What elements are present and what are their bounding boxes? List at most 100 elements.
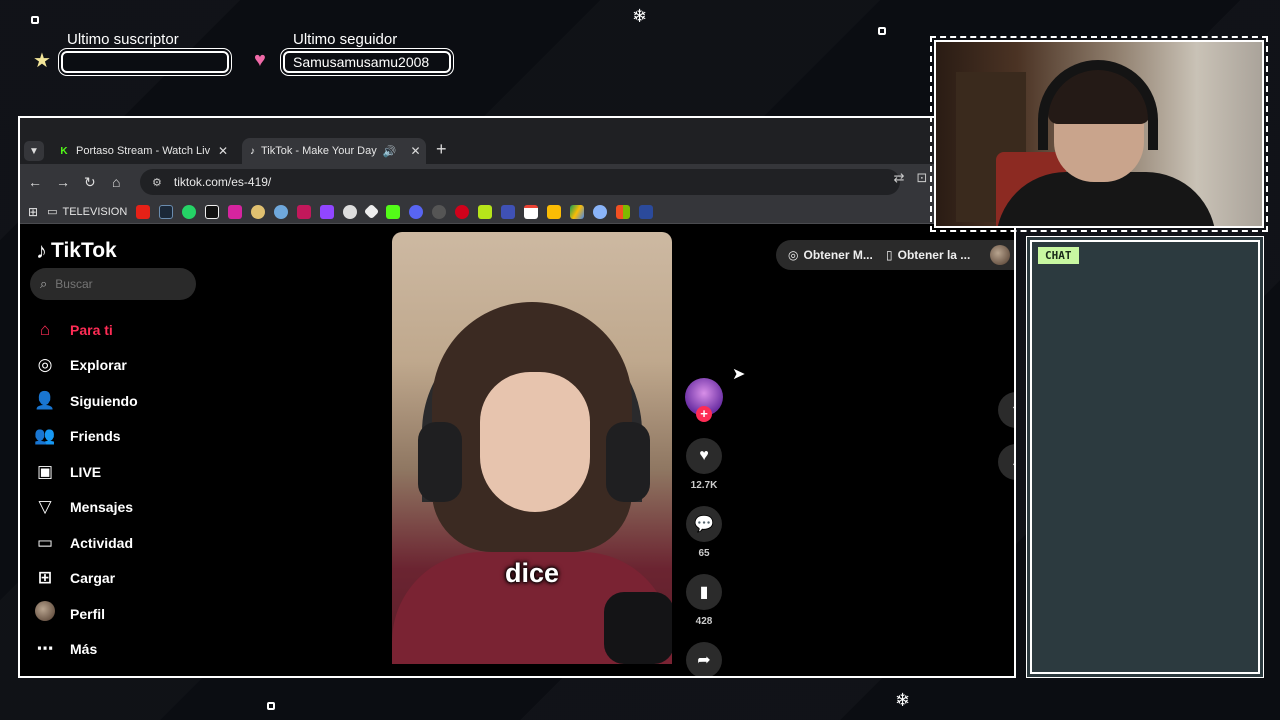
- bookmark-icon[interactable]: [274, 204, 289, 219]
- chevron-down-icon: ▼: [29, 145, 39, 157]
- sidebar-item-live[interactable]: ▣ LIVE: [34, 454, 138, 490]
- share-button[interactable]: ➦: [686, 642, 722, 676]
- bookmark-icon[interactable]: [432, 204, 447, 219]
- bookmark-icon[interactable]: [478, 204, 493, 219]
- mouse-cursor-icon: ➤: [732, 366, 746, 383]
- app-icon: ◎: [788, 248, 799, 262]
- creator-avatar[interactable]: +: [685, 378, 723, 422]
- profile-avatar: [34, 601, 56, 626]
- close-tab-icon[interactable]: ✕: [218, 144, 228, 158]
- sidebar-item-cargar[interactable]: ⊞ Cargar: [34, 561, 138, 597]
- last-subscriber-value: [61, 51, 229, 73]
- next-video-button[interactable]: ⌄: [998, 444, 1014, 480]
- home-icon: ⌂: [39, 319, 51, 339]
- reload-icon[interactable]: ↻: [84, 174, 96, 191]
- account-avatar-button[interactable]: [980, 240, 1014, 270]
- close-tab-icon[interactable]: ✕: [410, 144, 420, 158]
- bookmark-icon[interactable]: [409, 204, 424, 219]
- sidebar-item-mas[interactable]: ⋯ Más: [34, 632, 138, 668]
- microsoft-icon[interactable]: [616, 204, 631, 219]
- youtube-icon[interactable]: [136, 204, 151, 219]
- compass-icon: ◎: [37, 355, 53, 375]
- like-button[interactable]: ♥: [686, 438, 722, 474]
- bookmark-icon[interactable]: [343, 204, 358, 219]
- bookmark-icon: ▮: [699, 584, 709, 601]
- search-input[interactable]: [55, 277, 176, 291]
- heart-icon: ♥: [699, 447, 709, 464]
- bookmark-icon[interactable]: [297, 204, 312, 219]
- twitch-icon[interactable]: [320, 204, 335, 219]
- home-icon[interactable]: ⌂: [112, 174, 120, 190]
- tiktok-logo[interactable]: ♪ TikTok: [36, 238, 117, 264]
- tab-tiktok[interactable]: ♪ TikTok - Make Your Day 🔊 ✕: [242, 138, 426, 164]
- translate-icon[interactable]: ⇄: [894, 170, 905, 186]
- sparkle-icon: ❄: [895, 690, 911, 710]
- bookmark-icon[interactable]: [251, 204, 266, 219]
- chat-label: CHAT: [1038, 247, 1079, 264]
- gmail-icon[interactable]: [524, 204, 539, 219]
- heart-icon: ♥: [254, 49, 266, 71]
- bookmarks-bar: ⊞ ▭ TELEVISION ▭: [20, 200, 1014, 224]
- star-icon: ★: [33, 50, 51, 72]
- url-field[interactable]: ⚙ tiktok.com/es-419/: [140, 169, 900, 195]
- sidebar-nav: ⌂ Para ti ◎ Explorar 👤 Siguiendo 👥 Frien…: [34, 312, 138, 668]
- save-count: 428: [695, 616, 713, 627]
- search-box[interactable]: ⌕: [30, 268, 196, 300]
- sidebar-item-explorar[interactable]: ◎ Explorar: [34, 348, 138, 384]
- apps-icon[interactable]: ⊞: [28, 205, 38, 219]
- bookmark-icon[interactable]: [501, 204, 516, 219]
- sidebar-item-label: Perfil: [70, 605, 106, 622]
- previous-video-button[interactable]: ⌃: [998, 392, 1014, 428]
- google-drive-icon[interactable]: [570, 204, 585, 219]
- comment-button[interactable]: 💬: [686, 506, 722, 542]
- follow-plus-icon[interactable]: +: [696, 406, 712, 422]
- user-follow-icon: 👤: [34, 390, 56, 410]
- tab-search-button[interactable]: ▼: [24, 141, 44, 161]
- tiktok-icon: ♪: [250, 145, 255, 157]
- whatsapp-icon[interactable]: [182, 204, 197, 219]
- sidebar-item-label: Actividad: [70, 534, 134, 551]
- sidebar-item-label: Explorar: [70, 357, 127, 374]
- sidebar-item-siguiendo[interactable]: 👤 Siguiendo: [34, 383, 138, 419]
- get-app-button-2[interactable]: ▯ Obtener la ...: [874, 240, 983, 270]
- tab-portaso-stream[interactable]: K Portaso Stream - Watch Live on ✕: [50, 138, 236, 164]
- sidebar-item-mensajes[interactable]: ▽ Mensajes: [34, 490, 138, 526]
- get-app-label: Obtener la ...: [897, 248, 971, 262]
- upload-icon: ⊞: [37, 568, 53, 588]
- webcam-feed: [930, 36, 1268, 232]
- search-icon: ⌕: [40, 276, 48, 291]
- video-player[interactable]: dice: [392, 232, 672, 664]
- bookmark-folder[interactable]: ▭ TELEVISION: [47, 205, 127, 219]
- sidebar-item-label: Más: [70, 641, 98, 658]
- instagram-icon[interactable]: [228, 204, 243, 219]
- install-app-icon[interactable]: ⊡: [917, 170, 928, 186]
- site-info-icon[interactable]: ⚙: [152, 176, 162, 189]
- sidebar-item-label: Siguiendo: [70, 392, 138, 409]
- save-button[interactable]: ▮: [686, 574, 722, 610]
- bookmark-icon[interactable]: [547, 204, 562, 219]
- back-icon[interactable]: ←: [28, 174, 42, 190]
- sidebar-item-label: Friends: [70, 428, 121, 445]
- steam-icon[interactable]: [159, 204, 174, 219]
- get-app-button-1[interactable]: ◎ Obtener M...: [776, 240, 885, 270]
- decor-dot: [267, 702, 275, 710]
- kick-bookmark-icon[interactable]: [386, 204, 401, 219]
- tiktok-note-icon: ♪: [36, 238, 47, 263]
- sidebar-item-para-ti[interactable]: ⌂ Para ti: [34, 312, 138, 348]
- sidebar-item-perfil[interactable]: Perfil: [34, 596, 138, 632]
- bookmark-icon[interactable]: [455, 204, 470, 219]
- forward-icon[interactable]: →: [56, 174, 70, 190]
- avatar: [990, 245, 1010, 265]
- sidebar-item-actividad[interactable]: ▭ Actividad: [34, 525, 138, 561]
- speaker-icon[interactable]: 🔊: [383, 145, 397, 158]
- tab-bar: ▼ K Portaso Stream - Watch Live on ✕ ♪ T…: [20, 136, 1014, 164]
- tiktok-bookmark-icon[interactable]: [205, 204, 220, 219]
- bookmark-icon[interactable]: [593, 204, 608, 219]
- sidebar-item-label: LIVE: [70, 463, 102, 480]
- sidebar-item-friends[interactable]: 👥 Friends: [34, 419, 138, 455]
- new-tab-button[interactable]: +: [436, 139, 447, 160]
- video-actions: + ♥ 12.7K 💬 65 ▮ 428 ➦: [684, 378, 724, 676]
- bookmark-icon[interactable]: [363, 203, 380, 220]
- bookmark-icon[interactable]: [639, 204, 654, 219]
- live-icon: ▣: [36, 461, 54, 481]
